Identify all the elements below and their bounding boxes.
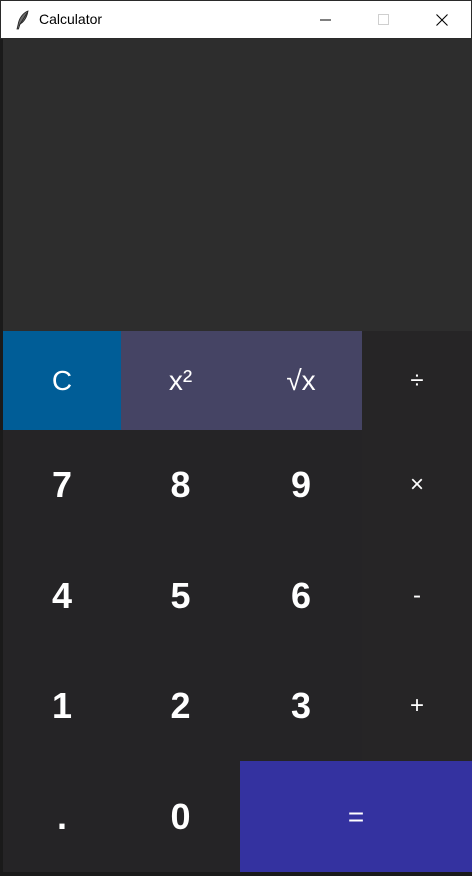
square-button[interactable]: x² [121,331,240,430]
sqrt-button[interactable]: √x [240,331,362,430]
decimal-button-label: . [56,795,67,837]
minus-button[interactable]: - [362,540,472,651]
digit-8-button[interactable]: 8 [121,430,240,540]
equals-button[interactable]: = [240,761,472,872]
digit-0-button[interactable]: 0 [121,761,240,872]
multiply-button[interactable]: × [362,430,472,540]
digit-8-label: 8 [170,464,191,505]
sqrt-button-label: √x [286,364,316,396]
digit-5-label: 5 [170,574,191,616]
clear-button-label: C [51,364,73,396]
digit-7-label: 7 [51,464,73,505]
window-title: Calculator [39,11,103,27]
calculator-window: Calculator C x² √x ÷ 7 8 9 × 4 5 6 - 1 2… [0,0,472,876]
divide-button-label: ÷ [410,366,424,394]
digit-3-label: 3 [290,685,312,726]
digit-2-label: 2 [170,685,191,726]
divide-button[interactable]: ÷ [362,331,472,430]
digit-9-button[interactable]: 9 [240,430,362,540]
title-bar[interactable]: Calculator [0,0,472,39]
close-button[interactable] [413,1,471,38]
calculator-display [3,39,472,331]
digit-9-label: 9 [290,464,312,505]
minimize-button[interactable] [297,1,355,38]
digit-3-button[interactable]: 3 [240,651,362,761]
digit-6-label: 6 [290,574,312,616]
plus-button-label: + [409,692,424,719]
minimize-icon [320,19,331,20]
equals-button-label: = [347,800,365,832]
square-button-label: x² [168,364,193,396]
window-border-bottom [0,872,472,876]
digit-7-button[interactable]: 7 [3,430,121,540]
digit-5-button[interactable]: 5 [121,540,240,651]
digit-2-button[interactable]: 2 [121,651,240,761]
maximize-icon [378,13,389,25]
minus-button-label: - [413,581,421,609]
digit-0-label: 0 [170,795,191,837]
feather-icon [16,10,29,30]
maximize-button[interactable] [355,1,413,38]
digit-4-label: 4 [51,574,73,616]
close-icon [436,13,448,26]
plus-button[interactable]: + [362,651,472,761]
digit-6-button[interactable]: 6 [240,540,362,651]
multiply-button-label: × [409,471,424,498]
clear-button[interactable]: C [3,331,121,430]
decimal-button[interactable]: . [3,761,121,872]
digit-1-button[interactable]: 1 [3,651,121,761]
digit-1-label: 1 [51,685,73,726]
digit-4-button[interactable]: 4 [3,540,121,651]
